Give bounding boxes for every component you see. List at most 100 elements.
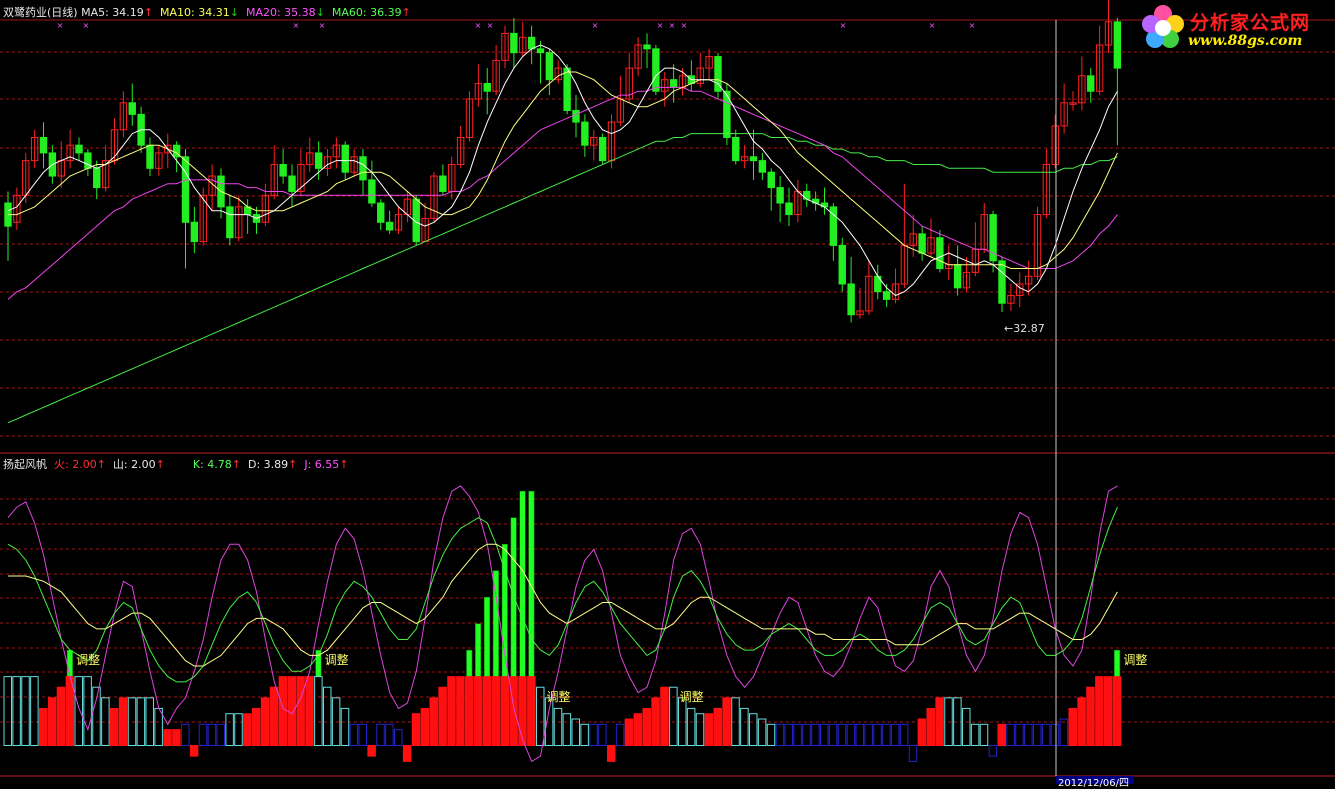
fire-bar xyxy=(660,686,669,747)
down-candle xyxy=(341,144,349,173)
mountain-value: 山: 2.00 xyxy=(112,458,156,471)
down-candle xyxy=(536,48,545,54)
logo-title: 分析家公式网 xyxy=(1190,12,1311,34)
adjust-bar xyxy=(466,649,473,677)
fire-bar xyxy=(1095,676,1104,747)
top-marker-icon: × xyxy=(840,21,847,30)
fire-bar xyxy=(1086,686,1095,747)
down-candle xyxy=(314,152,323,169)
low-price-annotation: ←32.87 xyxy=(1004,322,1045,335)
down-candle xyxy=(359,156,367,181)
down-candle xyxy=(936,237,944,270)
fire-bar xyxy=(56,686,66,747)
down-candle xyxy=(1113,21,1122,69)
adjust-bar xyxy=(1114,649,1121,677)
down-candle xyxy=(439,175,447,192)
fire-bar xyxy=(367,745,376,757)
k-trend-icon: ↑ xyxy=(231,458,241,471)
d-trend-icon: ↑ xyxy=(288,458,298,471)
fire-bar xyxy=(47,697,57,747)
fire-bar xyxy=(1112,676,1122,747)
down-candle xyxy=(847,283,855,316)
ma60-trend-icon: ↑ xyxy=(401,6,411,19)
down-candle xyxy=(84,152,92,169)
down-candle xyxy=(882,291,891,300)
fire-bar xyxy=(527,676,536,747)
down-candle xyxy=(545,52,554,81)
down-candle xyxy=(563,67,571,112)
fire-bar xyxy=(1068,707,1077,747)
fire-bar xyxy=(1104,676,1113,747)
down-candle xyxy=(785,202,793,216)
flower-logo-icon xyxy=(1142,5,1184,48)
down-candle xyxy=(776,187,784,204)
fire-bar xyxy=(252,707,261,747)
fire-bar xyxy=(997,723,1006,747)
ma60-value: MA60: 36.39 xyxy=(331,6,402,19)
k-value: K: 4.78 xyxy=(192,458,232,471)
down-candle xyxy=(803,190,811,200)
fire-bar xyxy=(1077,697,1086,747)
fire-bar xyxy=(402,745,412,762)
logo-url: www.88gs.com xyxy=(1188,33,1303,49)
top-marker-icon: × xyxy=(319,21,326,30)
fire-bar xyxy=(269,686,279,747)
down-candle xyxy=(128,102,136,115)
adjust-label: 调整 xyxy=(76,652,100,667)
adjust-bar xyxy=(484,596,490,677)
down-candle xyxy=(483,83,491,92)
stock-title: 双鹭药业(日线) xyxy=(3,6,78,19)
down-candle xyxy=(93,167,101,189)
ma10-trend-icon: ↓ xyxy=(229,6,239,19)
ma5-value: MA5: 34.19 xyxy=(81,6,144,19)
down-candle xyxy=(767,171,775,189)
top-marker-icon: × xyxy=(681,21,688,30)
fire-bar xyxy=(429,697,438,747)
top-marker-icon: × xyxy=(293,21,300,30)
down-candle xyxy=(385,221,394,231)
top-marker-icon: × xyxy=(487,21,494,30)
top-marker-icon: × xyxy=(83,21,90,30)
fire-bar xyxy=(651,697,660,747)
fire-bar xyxy=(456,676,465,747)
down-candle xyxy=(838,244,846,285)
main-chart-header: 双鹭药业(日线) MA5: 34.19↑ MA10: 34.31↓ MA20: … xyxy=(3,4,411,20)
top-marker-icon: × xyxy=(475,21,482,30)
down-candle xyxy=(572,110,580,123)
ma10-value: MA10: 34.31 xyxy=(160,6,230,19)
chart-canvas: × × × × × × × × × × × × × 调整 调整调整 调整调整 ←32.87 xyxy=(0,0,1335,784)
top-marker-icon: × xyxy=(657,21,664,30)
down-candle xyxy=(226,206,234,239)
j-value: J: 6.55 xyxy=(304,458,340,471)
down-candle xyxy=(146,144,154,169)
fire-trend-icon: ↑ xyxy=(96,458,106,471)
fire-bar xyxy=(447,676,456,747)
top-marker-icon: × xyxy=(57,21,64,30)
fire-bar xyxy=(287,676,296,747)
fire-bar xyxy=(118,697,128,747)
fire-bar xyxy=(926,707,935,747)
fire-bar xyxy=(39,707,48,747)
down-candle xyxy=(1087,75,1095,92)
down-candle xyxy=(643,44,651,50)
top-marker-icon: × xyxy=(969,21,976,30)
down-candle xyxy=(953,264,962,289)
fire-bar xyxy=(243,713,252,747)
fire-bar xyxy=(110,707,119,747)
down-candle xyxy=(918,233,926,254)
fire-bar xyxy=(172,729,181,747)
down-candle xyxy=(75,144,83,154)
down-candle xyxy=(598,136,607,162)
ma5-trend-icon: ↑ xyxy=(143,6,154,19)
indicator-title: 扬起风帆 xyxy=(3,458,47,471)
top-marker-icon: × xyxy=(669,21,676,30)
fire-bar xyxy=(624,718,634,747)
j-trend-icon: ↑ xyxy=(339,458,349,471)
indicator-header: 扬起风帆 火: 2.00↑ 山: 2.00↑ K: 4.78↑ D: 3.89↑… xyxy=(3,456,349,472)
fire-bar xyxy=(509,676,518,747)
down-candle xyxy=(758,160,767,173)
date-axis-label: 2012/12/06/四 xyxy=(1058,778,1130,789)
down-candle xyxy=(749,156,758,162)
fire-bar xyxy=(420,707,430,747)
mountain-trend-icon: ↑ xyxy=(155,458,165,471)
